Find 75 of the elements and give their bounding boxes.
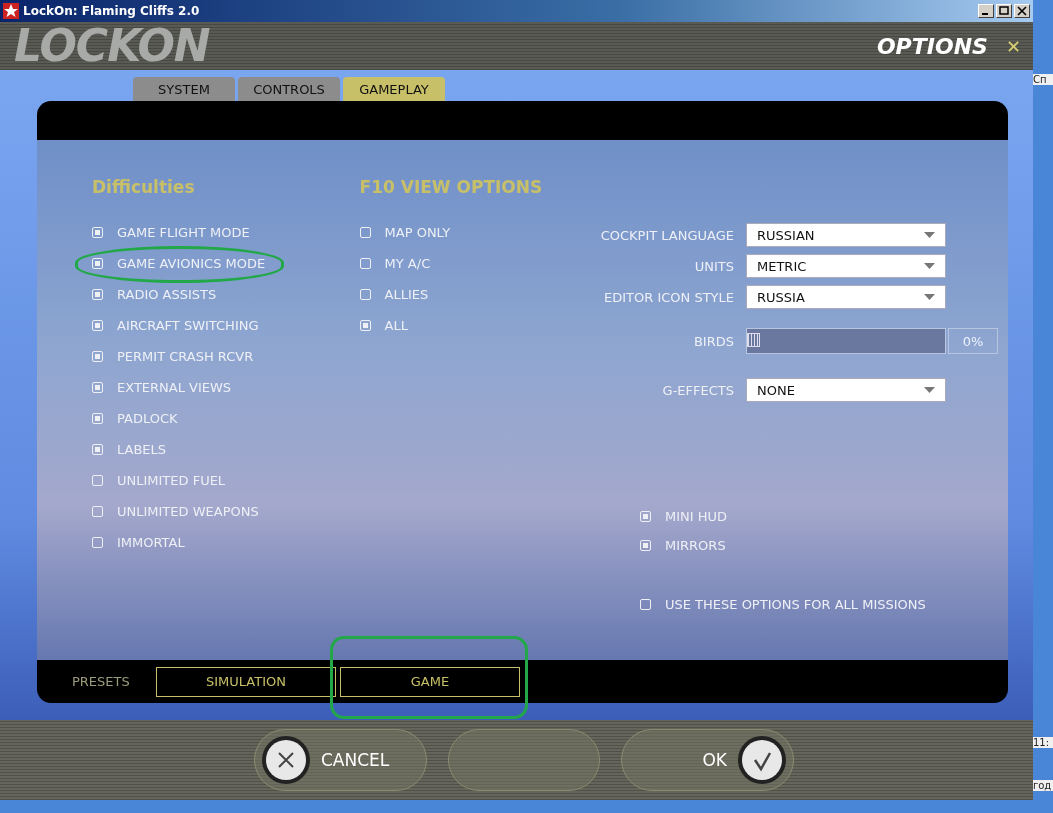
dropdown[interactable]: RUSSIA xyxy=(746,285,946,309)
checkmark-circle-icon xyxy=(737,735,787,785)
option-label: PADLOCK xyxy=(117,411,178,426)
option-label: AIRCRAFT SWITCHING xyxy=(117,318,259,333)
option-label: ALLIES xyxy=(384,287,429,302)
checkbox[interactable] xyxy=(92,382,103,393)
checkbox[interactable] xyxy=(359,320,371,331)
presets-label: PRESETS xyxy=(72,674,131,689)
maximize-icon[interactable] xyxy=(996,4,1012,18)
slider-reading: 0% xyxy=(948,328,998,354)
option-label: MAP ONLY xyxy=(384,225,451,240)
window-title: LockOn: Flaming Cliffs 2.0 xyxy=(23,4,200,18)
minimize-icon[interactable] xyxy=(978,4,994,18)
dropdown[interactable]: METRIC xyxy=(746,254,946,278)
checkbox[interactable] xyxy=(92,537,103,548)
caret-icon xyxy=(924,232,935,238)
ok-button[interactable]: OK xyxy=(621,729,794,791)
checkbox[interactable] xyxy=(92,258,103,269)
option-label: PERMIT CRASH RCVR xyxy=(117,349,254,364)
slider-track[interactable] xyxy=(746,328,946,354)
option-label: UNLIMITED FUEL xyxy=(117,473,226,488)
preset-button[interactable]: SIMULATION xyxy=(156,666,336,697)
checkbox[interactable] xyxy=(92,475,103,486)
cancel-button[interactable]: CANCEL xyxy=(254,729,427,791)
checkbox[interactable] xyxy=(359,258,371,269)
star-icon xyxy=(3,3,19,19)
dropdown[interactable]: NONE xyxy=(746,378,946,402)
tab[interactable]: SYSTEM xyxy=(133,77,235,101)
checkbox[interactable] xyxy=(640,540,651,551)
option-label: GAME AVIONICS MODE xyxy=(117,256,266,271)
setting-label: COCKPIT LANGUAGE xyxy=(599,227,734,243)
checkbox[interactable] xyxy=(640,511,651,522)
section-title: F10 VIEW OPTIONS xyxy=(359,177,544,199)
option-label: EXTERNAL VIEWS xyxy=(117,380,232,395)
checkbox[interactable] xyxy=(359,289,371,300)
caret-icon xyxy=(924,387,935,393)
checkbox[interactable] xyxy=(92,351,103,362)
x-circle-icon xyxy=(261,735,311,785)
tab[interactable]: CONTROLS xyxy=(238,77,340,101)
checkbox[interactable] xyxy=(92,289,103,300)
option-label: MY A/C xyxy=(384,256,431,271)
checkbox[interactable] xyxy=(92,413,103,424)
caret-icon xyxy=(924,263,935,269)
setting-label: G-EFFECTS xyxy=(661,382,734,398)
background-window-text: 11: xyxy=(1033,737,1053,748)
page-title: OPTIONS xyxy=(876,33,988,59)
section-title: Difficulties xyxy=(92,177,196,199)
option-label: GAME FLIGHT MODE xyxy=(117,225,250,240)
caret-icon xyxy=(924,294,935,300)
checkbox[interactable] xyxy=(92,506,103,517)
option-label: USE THESE OPTIONS FOR ALL MISSIONS xyxy=(665,597,926,612)
option-label: IMMORTAL xyxy=(117,535,185,550)
setting-label: BIRDS xyxy=(692,333,734,349)
dropdown[interactable]: RUSSIAN xyxy=(746,223,946,247)
option-label: MINI HUD xyxy=(665,509,728,524)
close-button[interactable]: ✕ xyxy=(1005,35,1021,57)
checkbox[interactable] xyxy=(359,227,371,238)
setting-label: UNITS xyxy=(693,258,734,274)
option-label: UNLIMITED WEAPONS xyxy=(117,504,259,519)
option-label: RADIO ASSISTS xyxy=(117,287,217,302)
setting-label: EDITOR ICON STYLE xyxy=(603,289,734,305)
tab[interactable]: GAMEPLAY xyxy=(343,77,445,101)
background-window-text: год xyxy=(1033,780,1053,791)
checkbox[interactable] xyxy=(92,320,103,331)
checkbox[interactable] xyxy=(92,444,103,455)
checkbox[interactable] xyxy=(92,227,103,238)
option-label: MIRRORS xyxy=(665,538,726,553)
close-icon[interactable] xyxy=(1014,4,1030,18)
background-window-text: Сп xyxy=(1033,74,1053,85)
slider-thumb[interactable] xyxy=(747,333,760,347)
checkbox[interactable] xyxy=(640,599,651,610)
logo: LOCKON xyxy=(14,24,210,68)
option-label: ALL xyxy=(384,318,408,333)
option-label: LABELS xyxy=(117,442,167,457)
preset-button[interactable]: GAME xyxy=(340,666,520,697)
